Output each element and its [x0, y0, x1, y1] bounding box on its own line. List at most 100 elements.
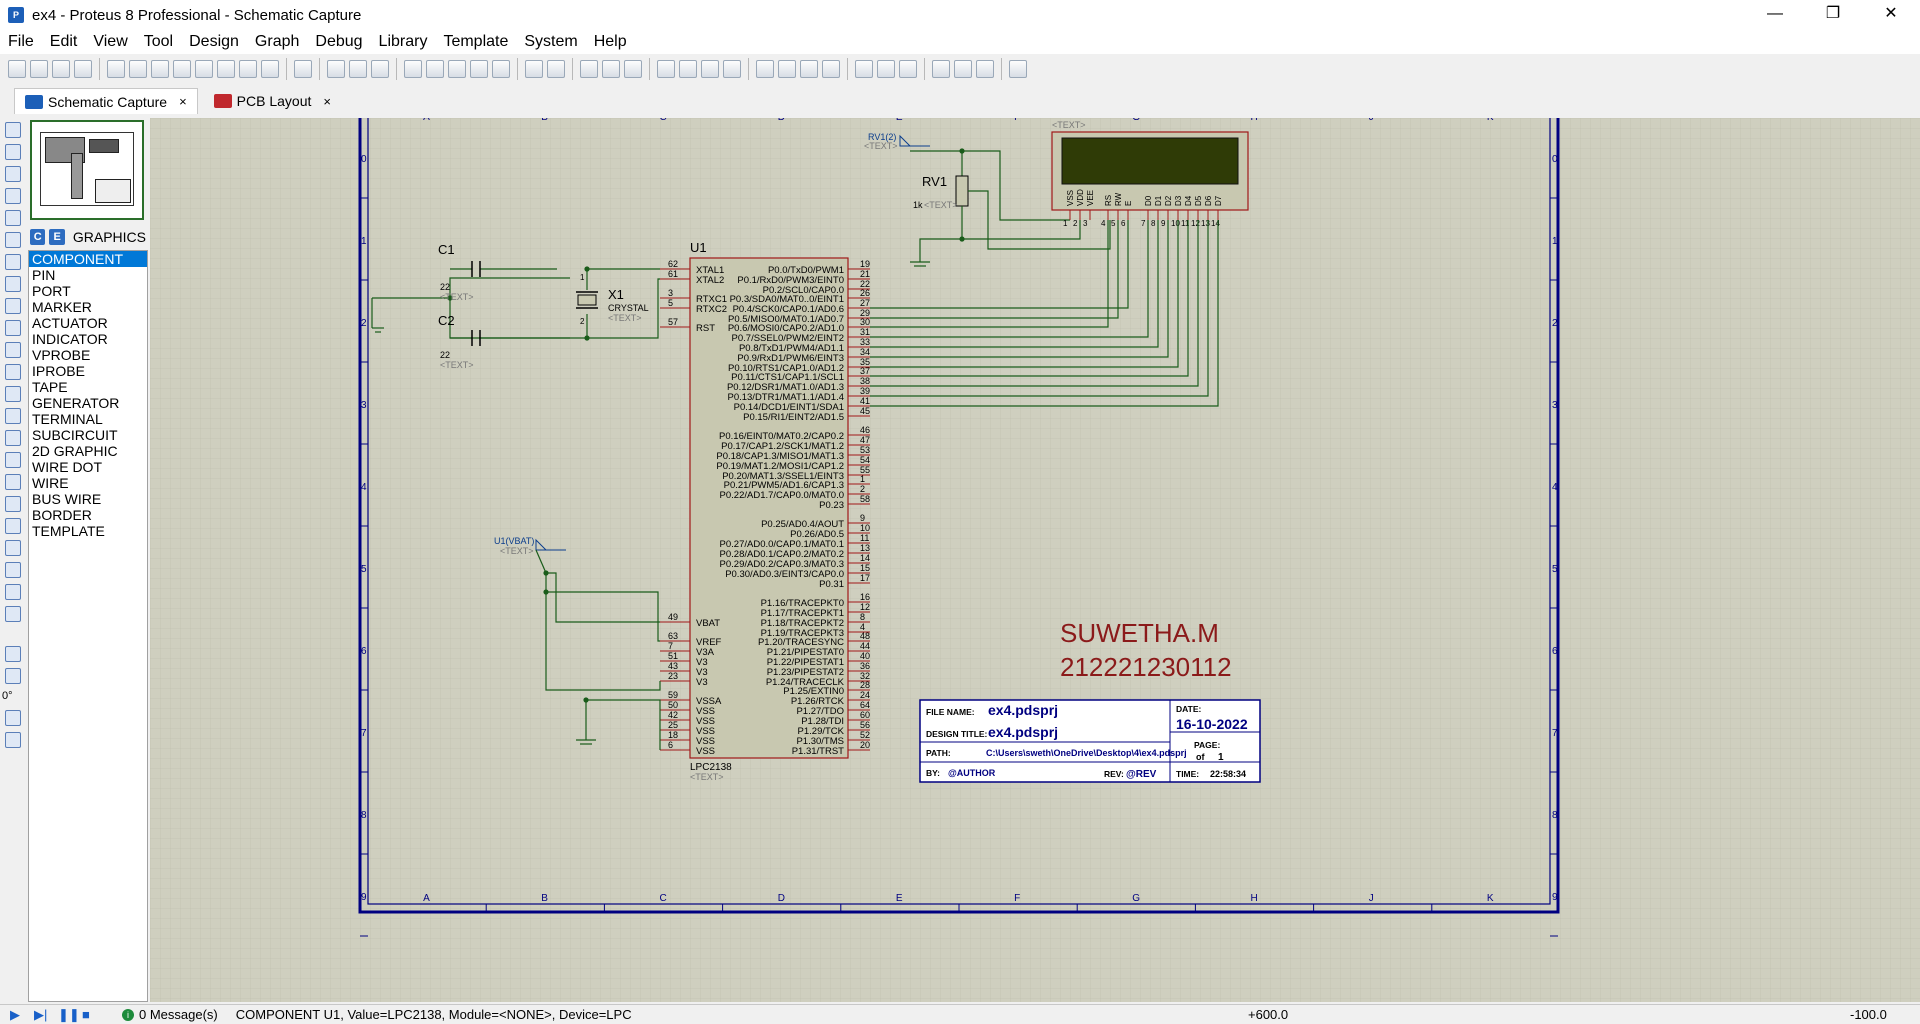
property-assignment-icon[interactable] [899, 60, 917, 78]
arc-icon[interactable] [5, 518, 21, 534]
menu-design[interactable]: Design [181, 33, 247, 51]
tab-schematic-capture[interactable]: Schematic Capture × [14, 88, 198, 114]
selection-mode-icon[interactable] [5, 122, 21, 138]
rotate-anticlockwise-icon[interactable] [5, 668, 21, 684]
help-icon[interactable] [294, 60, 312, 78]
mirror-y-icon[interactable] [5, 732, 21, 748]
circle-icon[interactable] [5, 496, 21, 512]
redo-icon[interactable] [547, 60, 565, 78]
zoom-area-icon[interactable] [492, 60, 510, 78]
menu-edit[interactable]: Edit [42, 33, 86, 51]
object-list[interactable]: COMPONENT PIN PORT MARKER ACTUATOR INDICATOR V… [28, 250, 148, 1002]
schematic-icon[interactable] [129, 60, 147, 78]
cut-icon[interactable] [580, 60, 598, 78]
menu-debug[interactable]: Debug [307, 33, 370, 51]
menu-system[interactable]: System [516, 33, 585, 51]
zoom-in-icon[interactable] [426, 60, 444, 78]
menu-file[interactable]: File [0, 33, 42, 51]
device-pins-icon[interactable] [5, 298, 21, 314]
selector-item-template[interactable]: TEMPLATE [29, 523, 147, 539]
zoom-all-icon[interactable] [470, 60, 488, 78]
selector-item-subcircuit[interactable]: SUBCIRCUIT [29, 427, 147, 443]
source-code-icon[interactable] [261, 60, 279, 78]
marker-icon[interactable] [5, 606, 21, 622]
tape-recorder-icon[interactable] [5, 342, 21, 358]
block-move-icon[interactable] [679, 60, 697, 78]
exit-to-parent-icon[interactable] [976, 60, 994, 78]
new-file-icon[interactable] [8, 60, 26, 78]
remove-sheet-icon[interactable] [954, 60, 972, 78]
menu-library[interactable]: Library [371, 33, 436, 51]
paste-icon[interactable] [624, 60, 642, 78]
block-delete-icon[interactable] [723, 60, 741, 78]
netlist-icon[interactable] [1009, 60, 1027, 78]
selector-item-indicator[interactable]: INDICATOR [29, 331, 147, 347]
pause-icon[interactable]: ❚❚ [58, 1007, 80, 1022]
close-tab-icon[interactable]: × [179, 94, 187, 109]
block-rotate-icon[interactable] [701, 60, 719, 78]
rotate-clockwise-icon[interactable] [5, 646, 21, 662]
selector-item-wire[interactable]: WIRE [29, 475, 147, 491]
selector-item-component[interactable]: COMPONENT [29, 251, 147, 267]
subcircuit-icon[interactable] [5, 254, 21, 270]
selector-item-2d-graphic[interactable]: 2D GRAPHIC [29, 443, 147, 459]
selector-item-bus-wire[interactable]: BUS WIRE [29, 491, 147, 507]
selector-item-vprobe[interactable]: VPROBE [29, 347, 147, 363]
decompose-icon[interactable] [822, 60, 840, 78]
messages-indicator[interactable]: i 0 Message(s) [122, 1007, 218, 1022]
minimize-button[interactable]: — [1746, 0, 1804, 30]
pick-device-icon[interactable] [756, 60, 774, 78]
selector-item-generator[interactable]: GENERATOR [29, 395, 147, 411]
3d-view-icon[interactable] [173, 60, 191, 78]
text-script-icon[interactable] [5, 210, 21, 226]
maximize-button[interactable]: ❐ [1804, 0, 1862, 30]
selector-item-marker[interactable]: MARKER [29, 299, 147, 315]
copy-icon[interactable] [602, 60, 620, 78]
text-icon[interactable] [5, 562, 21, 578]
selector-item-border[interactable]: BORDER [29, 507, 147, 523]
pan-icon[interactable] [404, 60, 422, 78]
current-probe-icon[interactable] [5, 408, 21, 424]
pick-from-libraries-button[interactable]: C [30, 229, 46, 245]
zoom-out-icon[interactable] [448, 60, 466, 78]
buses-icon[interactable] [5, 232, 21, 248]
new-sheet-icon[interactable] [932, 60, 950, 78]
rotation-field[interactable]: 0° [2, 690, 26, 706]
close-button[interactable]: ✕ [1862, 0, 1920, 30]
grid-icon[interactable] [349, 60, 367, 78]
home-icon[interactable] [107, 60, 125, 78]
step-icon[interactable]: ▶| [34, 1007, 48, 1022]
stop-icon[interactable]: ■ [82, 1007, 96, 1022]
line-icon[interactable] [5, 452, 21, 468]
selector-item-actuator[interactable]: ACTUATOR [29, 315, 147, 331]
import-icon[interactable] [74, 60, 92, 78]
voltage-probe-icon[interactable] [5, 386, 21, 402]
box-icon[interactable] [5, 474, 21, 490]
mirror-x-icon[interactable] [5, 710, 21, 726]
origin-icon[interactable] [371, 60, 389, 78]
open-folder-icon[interactable] [30, 60, 48, 78]
play-icon[interactable]: ▶ [10, 1007, 24, 1022]
schematic-canvas[interactable]: AABBCCDDEEFFGGHHJJKK00112233445566778899… [150, 118, 1920, 1002]
component-mode-icon[interactable] [5, 144, 21, 160]
graph-icon[interactable] [5, 320, 21, 336]
virtual-instruments-icon[interactable] [5, 430, 21, 446]
generator-icon[interactable] [5, 364, 21, 380]
edit-library-button[interactable]: E [49, 229, 65, 245]
menu-tool[interactable]: Tool [136, 33, 181, 51]
menu-template[interactable]: Template [435, 33, 516, 51]
selector-item-terminal[interactable]: TERMINAL [29, 411, 147, 427]
save-icon[interactable] [52, 60, 70, 78]
selector-item-wire-dot[interactable]: WIRE DOT [29, 459, 147, 475]
pcb-icon[interactable] [151, 60, 169, 78]
selector-item-tape[interactable]: TAPE [29, 379, 147, 395]
make-device-icon[interactable] [778, 60, 796, 78]
selector-item-port[interactable]: PORT [29, 283, 147, 299]
wire-label-icon[interactable] [5, 188, 21, 204]
symbol-icon[interactable] [5, 584, 21, 600]
design-explorer-icon[interactable] [217, 60, 235, 78]
tab-pcb-layout[interactable]: PCB Layout × [204, 88, 341, 114]
close-tab-icon[interactable]: × [323, 94, 331, 109]
search-icon[interactable] [877, 60, 895, 78]
selector-item-iprobe[interactable]: IPROBE [29, 363, 147, 379]
